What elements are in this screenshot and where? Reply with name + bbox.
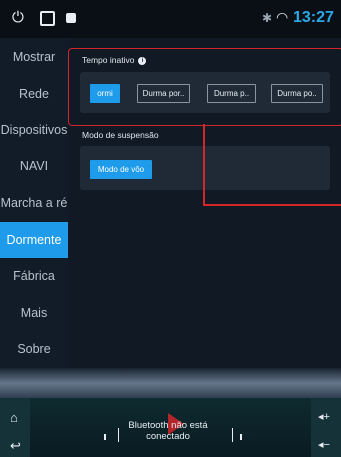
airplane-mode-option[interactable]: Modo de vôo — [90, 160, 152, 179]
sidebar-item-label: Mostrar — [12, 50, 56, 64]
sidebar-item-navi[interactable]: NAVI — [0, 148, 68, 184]
sidebar-item-label: Rede — [19, 87, 49, 101]
sidebar-item-mais[interactable]: Mais — [0, 295, 68, 331]
highlight-connector-vertical — [203, 124, 205, 206]
sidebar-item-mostrar[interactable]: Mostrar — [0, 39, 68, 75]
bluetooth-icon: ✱ — [262, 11, 273, 25]
sidebar-item-label: Mais — [20, 306, 48, 320]
status-bar: ⏻ ✱ ◠ 13:27 — [0, 0, 341, 38]
sleep-section-title: Modo de suspensão — [82, 130, 159, 140]
power-icon[interactable]: ⏻ — [12, 9, 24, 27]
sidebar-item-marcha-a-re[interactable]: Marcha a ré — [0, 185, 68, 221]
sidebar-item-fabrica[interactable]: Fábrica — [0, 258, 68, 294]
divider-glow — [0, 368, 341, 402]
sidebar-item-rede[interactable]: Rede — [0, 76, 68, 112]
volume-down-icon[interactable]: ◂− — [318, 438, 330, 451]
sidebar-item-label: Marcha a ré — [0, 196, 68, 210]
home-icon[interactable]: ⌂ — [10, 410, 18, 425]
settings-sidebar: Mostrar Rede Dispositivos NAVI Marcha a … — [0, 38, 68, 368]
level-bar — [240, 434, 242, 440]
app-icon[interactable] — [66, 13, 76, 23]
level-bar — [232, 428, 233, 442]
sidebar-item-label: Fábrica — [13, 269, 55, 283]
sidebar-item-label: NAVI — [19, 159, 49, 173]
back-icon[interactable]: ↩ — [10, 438, 21, 454]
sidebar-item-dormente[interactable]: Dormente — [0, 222, 68, 258]
volume-up-icon[interactable]: ◂+ — [318, 410, 330, 423]
clock: 13:27 — [293, 9, 334, 26]
bluetooth-status-text: Bluetooth não está conectado — [128, 420, 208, 442]
level-bar — [104, 434, 106, 440]
sleep-options-panel: Modo de vôo — [80, 146, 330, 190]
highlight-connector-horizontal — [203, 204, 341, 206]
sidebar-item-label: Dispositivos — [0, 123, 68, 137]
wifi-icon: ◠ — [276, 9, 289, 25]
sidebar-item-dispositivos[interactable]: Dispositivos — [0, 112, 68, 148]
sidebar-item-sobre[interactable]: Sobre — [0, 331, 68, 367]
bottom-control-bar: ⌂ ↩ ◂+ ◂− Bluetooth não está conectado — [0, 398, 341, 457]
highlight-box — [68, 48, 341, 126]
sidebar-item-label: Sobre — [17, 342, 51, 356]
square-icon[interactable] — [40, 11, 55, 26]
sidebar-item-label: Dormente — [6, 233, 62, 247]
